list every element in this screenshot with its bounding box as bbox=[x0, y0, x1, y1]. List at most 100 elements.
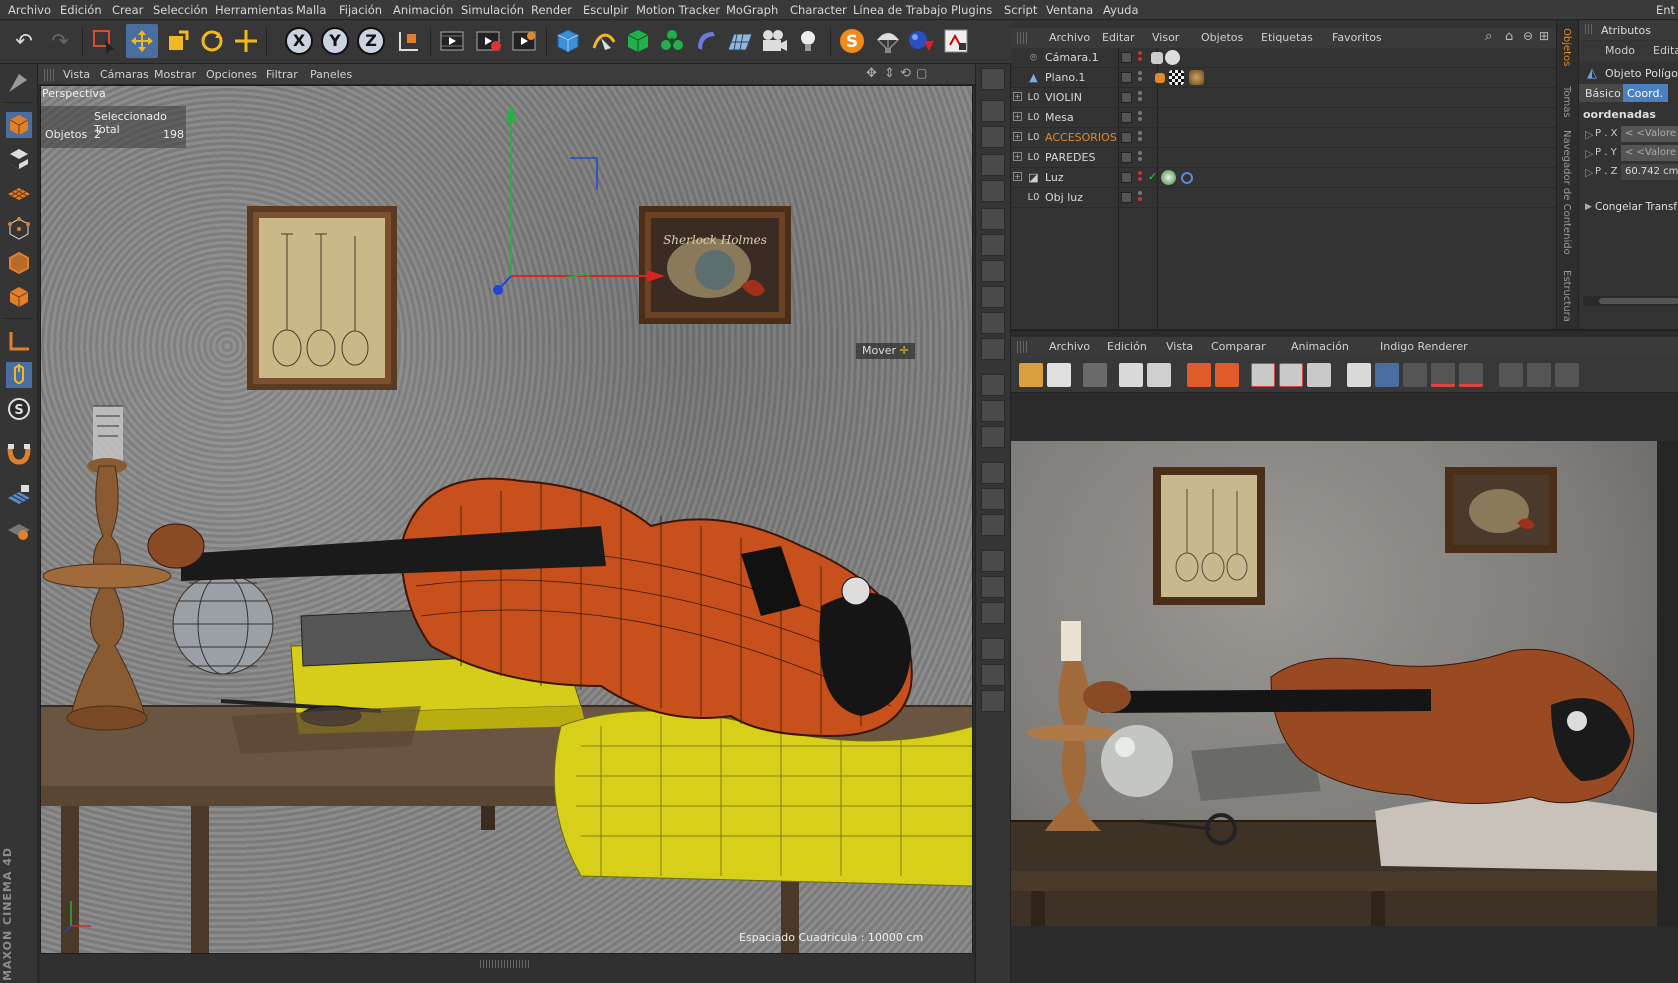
object-row-paredes[interactable]: + L0 PAREDES bbox=[1011, 148, 1556, 168]
menu-animacion[interactable]: Animación bbox=[393, 3, 453, 17]
objmenu-objetos[interactable]: Objetos bbox=[1201, 31, 1243, 44]
tab-tomas[interactable]: Tomas bbox=[1561, 86, 1572, 118]
grid-tool-12-icon[interactable] bbox=[981, 690, 1005, 712]
grid-tool-4-icon[interactable] bbox=[981, 462, 1005, 484]
coordinate-system-icon[interactable] bbox=[392, 24, 424, 58]
rmenu-edicion[interactable]: Edición bbox=[1107, 340, 1147, 353]
cloner-icon[interactable] bbox=[656, 24, 688, 58]
user-icon[interactable] bbox=[1147, 363, 1171, 387]
object-row-obj-luz[interactable]: L0 Obj luz bbox=[1011, 188, 1556, 208]
compare-a-icon[interactable] bbox=[1251, 363, 1275, 387]
ab-compare-icon[interactable] bbox=[1347, 363, 1371, 387]
viewport-menu-camaras[interactable]: Cámaras bbox=[100, 68, 149, 81]
grid-tool-9-icon[interactable] bbox=[981, 602, 1005, 624]
viewport-menu-paneles[interactable]: Paneles bbox=[310, 68, 352, 81]
grid-tool-5-icon[interactable] bbox=[981, 488, 1005, 510]
save-file-icon[interactable] bbox=[1047, 363, 1071, 387]
menu-render[interactable]: Render bbox=[531, 3, 572, 17]
y-axis-lock-icon[interactable]: Y bbox=[321, 27, 349, 55]
knife-shape-icon[interactable] bbox=[3, 68, 33, 98]
lasso-icon[interactable] bbox=[981, 154, 1005, 176]
rmenu-animacion[interactable]: Animación bbox=[1291, 340, 1349, 353]
object-row-mesa[interactable]: + L0 Mesa bbox=[1011, 108, 1556, 128]
transform-icon[interactable] bbox=[230, 24, 262, 58]
move-icon[interactable] bbox=[126, 24, 158, 58]
subdivision-surface-icon[interactable] bbox=[622, 24, 654, 58]
menu-script[interactable]: Script bbox=[1004, 3, 1037, 17]
uvw-tag-icon[interactable] bbox=[1169, 70, 1184, 85]
rmenu-indigo-renderer[interactable]: Indigo Renderer bbox=[1380, 340, 1468, 353]
sketch-render-icon[interactable]: S bbox=[836, 24, 868, 58]
menu-simulacion[interactable]: Simulación bbox=[461, 3, 524, 17]
brush-tool-icon[interactable] bbox=[981, 234, 1005, 256]
object-row-accesorios[interactable]: + L0 ACCESORIOS bbox=[1011, 128, 1556, 148]
menu-entorno[interactable]: Ent bbox=[1656, 3, 1675, 17]
attributes-mode-menu[interactable]: Modo bbox=[1605, 44, 1635, 57]
workplane-mode-icon[interactable] bbox=[3, 178, 35, 208]
indigo-render-icon[interactable] bbox=[940, 24, 972, 58]
menu-motion-tracker[interactable]: Motion Tracker bbox=[636, 3, 720, 17]
lock-workplane-icon[interactable] bbox=[3, 480, 35, 510]
snap-icon[interactable]: S bbox=[3, 394, 35, 424]
live-selection-icon[interactable] bbox=[88, 24, 120, 58]
render-tag-icon[interactable] bbox=[1161, 170, 1176, 185]
menu-ventana[interactable]: Ventana bbox=[1046, 3, 1093, 17]
search-icon[interactable]: ⌕ bbox=[1485, 29, 1492, 44]
render-settings-icon[interactable] bbox=[508, 24, 540, 58]
objmenu-favoritos[interactable]: Favoritos bbox=[1332, 31, 1382, 44]
export-icon[interactable] bbox=[1187, 363, 1211, 387]
grid-tool-11-icon[interactable] bbox=[981, 664, 1005, 686]
viewport-zoom-icon[interactable]: ⇕ bbox=[884, 66, 895, 81]
magnet-icon[interactable] bbox=[3, 438, 35, 468]
object-row-luz[interactable]: + ◪ Luz ✓ bbox=[1011, 168, 1556, 188]
loop-cut-icon[interactable] bbox=[981, 286, 1005, 308]
grid-tool-8-icon[interactable] bbox=[981, 576, 1005, 598]
menu-fijacion[interactable]: Fijación bbox=[339, 3, 382, 17]
menu-ayuda[interactable]: Ayuda bbox=[1103, 3, 1139, 17]
menu-herramientas[interactable]: Herramientas bbox=[215, 3, 293, 17]
grid-tool-1-icon[interactable] bbox=[981, 374, 1005, 396]
floor-grid-icon[interactable] bbox=[724, 24, 756, 58]
object-row-violin[interactable]: + L0 VIOLIN bbox=[1011, 88, 1556, 108]
menu-character[interactable]: Character bbox=[790, 3, 847, 17]
camera-icon[interactable] bbox=[758, 24, 790, 58]
grid-tool-2-icon[interactable] bbox=[981, 400, 1005, 422]
spline-pen-icon[interactable] bbox=[588, 24, 620, 58]
rotate-icon[interactable] bbox=[196, 24, 228, 58]
grid-tool-10-icon[interactable] bbox=[981, 638, 1005, 660]
phong-tag-icon[interactable] bbox=[1155, 73, 1165, 83]
set-a-icon[interactable] bbox=[1431, 363, 1455, 387]
edge-mode-icon[interactable] bbox=[3, 248, 35, 278]
grid-view-icon[interactable] bbox=[1083, 363, 1107, 387]
compare-swap-icon[interactable] bbox=[1307, 363, 1331, 387]
attributes-tab-basico[interactable]: Básico bbox=[1585, 87, 1621, 100]
viewport-menu-filtrar[interactable]: Filtrar bbox=[266, 68, 298, 81]
light-bulb-icon[interactable] bbox=[792, 24, 824, 58]
open-file-icon[interactable] bbox=[1019, 363, 1043, 387]
info-icon[interactable] bbox=[1119, 363, 1143, 387]
checkmark-icon[interactable]: ✓ bbox=[1148, 170, 1157, 183]
tab-navegador-contenido[interactable]: Navegador de Contenido bbox=[1561, 130, 1572, 255]
bridge-tool-icon[interactable] bbox=[981, 208, 1005, 230]
viewport-orbit-icon[interactable]: ⟲ bbox=[900, 66, 911, 81]
freeze-transform-section[interactable]: Congelar Transf bbox=[1595, 201, 1677, 213]
deformer-icon[interactable] bbox=[690, 24, 722, 58]
model-mode-icon[interactable] bbox=[3, 110, 35, 140]
menu-edicion[interactable]: Edición bbox=[60, 3, 102, 17]
material-tag-icon[interactable] bbox=[1189, 70, 1204, 85]
rmenu-archivo[interactable]: Archivo bbox=[1049, 340, 1090, 353]
menu-archivo[interactable]: Archivo bbox=[8, 3, 51, 17]
cube-primitive-icon[interactable] bbox=[552, 24, 584, 58]
target-tag-icon[interactable] bbox=[1181, 172, 1193, 184]
attributes-scrollbar[interactable] bbox=[1599, 298, 1678, 304]
protection-tag-icon[interactable] bbox=[1151, 52, 1163, 64]
menu-mograph[interactable]: MoGraph bbox=[726, 3, 778, 17]
undo-icon[interactable]: ↶ bbox=[8, 24, 40, 58]
viewport-pan-icon[interactable]: ✥ bbox=[866, 66, 877, 81]
perspective-viewport[interactable]: Perspectiva Seleccionado Total Objetos 2… bbox=[40, 85, 973, 954]
viewport-toggle-icon[interactable]: ▢ bbox=[916, 66, 927, 80]
polygon-select-icon[interactable] bbox=[981, 180, 1005, 202]
rmenu-vista[interactable]: Vista bbox=[1166, 340, 1193, 353]
render-view-icon[interactable] bbox=[436, 24, 468, 58]
bevel-icon[interactable] bbox=[981, 338, 1005, 360]
